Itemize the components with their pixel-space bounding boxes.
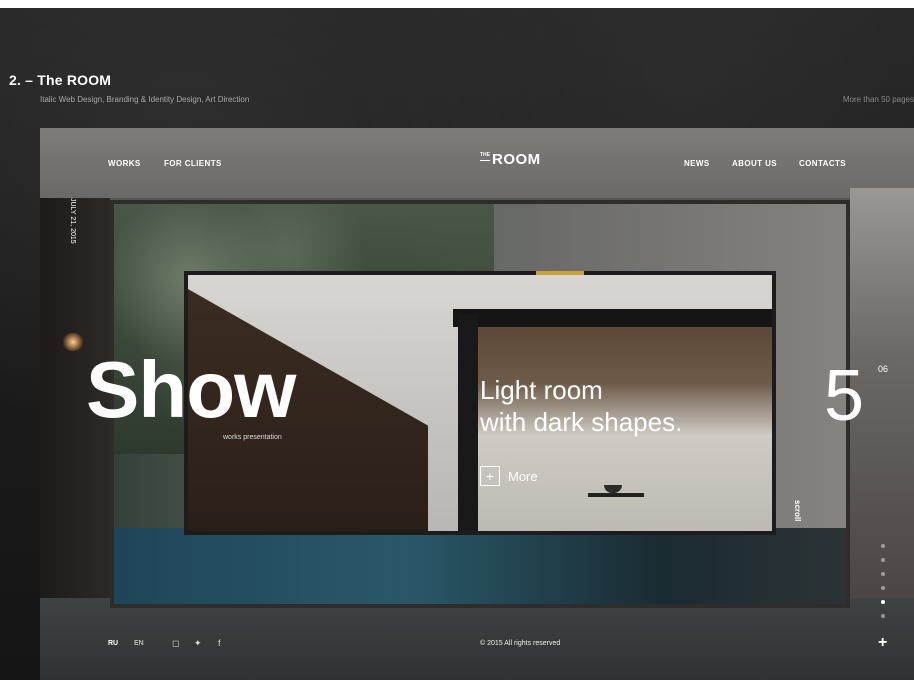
slide-dots xyxy=(881,544,885,618)
wall-lamp xyxy=(62,333,84,351)
hero-show-subtitle: works presentation xyxy=(223,434,282,441)
project-note: More than 50 pages xyxy=(842,95,914,104)
slide-current-number: 5 xyxy=(824,356,865,436)
plus-icon: + xyxy=(480,466,500,486)
scroll-hint[interactable]: scroll xyxy=(793,500,802,521)
project-subtitle: Italic Web Design, Branding & Identity D… xyxy=(40,95,250,104)
project-title: 2. – The ROOM xyxy=(9,72,112,88)
slide-dot[interactable] xyxy=(881,600,885,604)
logo[interactable]: THE ROOM xyxy=(480,152,541,168)
instagram-icon[interactable]: ◻ xyxy=(172,638,179,649)
lang-ru[interactable]: RU xyxy=(108,640,118,647)
hero-headline-line2: with dark shapes. xyxy=(480,407,683,437)
side-date: JULY 21, 2015 xyxy=(69,198,76,244)
hero-headline: Light room with dark shapes. xyxy=(480,374,682,438)
front-post xyxy=(458,315,478,531)
logo-room: ROOM xyxy=(492,151,541,168)
hero-headline-line1: Light room xyxy=(480,375,603,405)
slide-dot[interactable] xyxy=(881,586,885,590)
more-label: More xyxy=(508,468,538,484)
nav-contacts[interactable]: CONTACTS xyxy=(799,159,846,168)
website-preview: WORKS FOR CLIENTS THE ROOM NEWS ABOUT US… xyxy=(40,128,914,680)
nav-about-us[interactable]: ABOUT US xyxy=(732,159,777,168)
logo-the: THE xyxy=(480,152,490,161)
slide-dot[interactable] xyxy=(881,614,885,618)
slide-total-number: 06 xyxy=(878,364,889,374)
footer-plus-icon[interactable]: + xyxy=(878,634,887,652)
copyright: © 2015 All rights reserved xyxy=(480,640,561,647)
slide-dot[interactable] xyxy=(881,572,885,576)
hero-show-word: Show xyxy=(86,345,296,434)
nav-works[interactable]: WORKS xyxy=(108,159,141,168)
nav-news[interactable]: NEWS xyxy=(684,159,710,168)
facebook-icon[interactable]: f xyxy=(218,638,221,648)
twitter-icon[interactable]: ✦ xyxy=(194,638,202,649)
nav-for-clients[interactable]: FOR CLIENTS xyxy=(164,159,222,168)
top-strip xyxy=(0,0,914,8)
gold-accent-bar xyxy=(536,271,584,275)
front-beam xyxy=(453,309,772,327)
slide-dot[interactable] xyxy=(881,544,885,548)
pool-photo xyxy=(114,528,846,604)
lang-en[interactable]: EN xyxy=(134,640,144,647)
front-table xyxy=(588,493,644,497)
more-button[interactable]: + More xyxy=(480,466,538,486)
slide-dot[interactable] xyxy=(881,558,885,562)
